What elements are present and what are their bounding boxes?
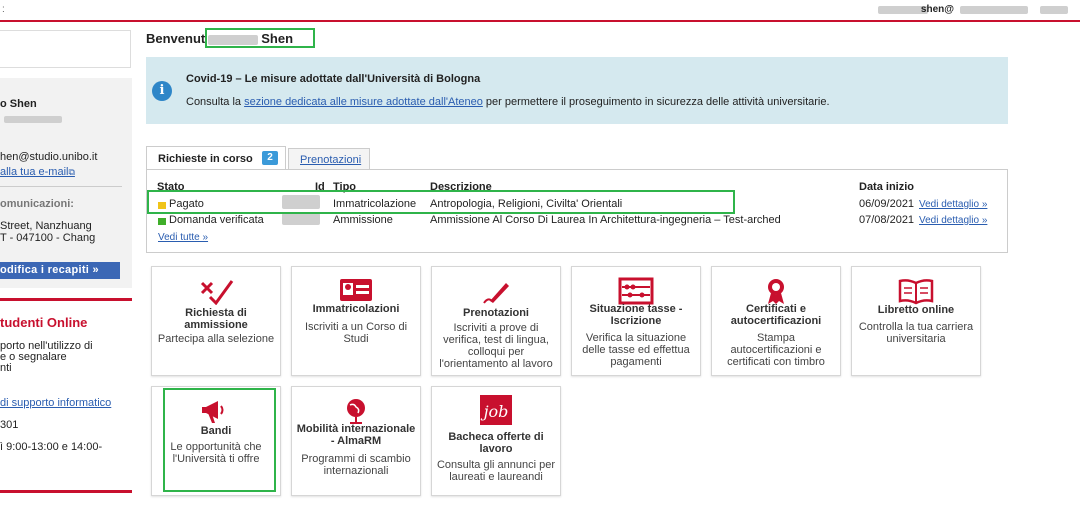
covid-title: Covid-19 – Le misure adottate dall'Unive…	[186, 73, 481, 85]
row1-date: 06/09/2021	[859, 198, 915, 210]
tile-fees[interactable]: Situazione tasse - Iscrizione Verifica l…	[571, 266, 701, 376]
tile-title: Situazione tasse - Iscrizione	[589, 303, 683, 327]
tile-job-board[interactable]: job Bacheca offerte di lavoro Consulta g…	[431, 386, 561, 496]
student-email: hen@studio.unibo.it	[0, 151, 98, 163]
tab-requests[interactable]: Richieste in corso 2	[146, 146, 286, 170]
sidebar-red-divider-bottom	[0, 490, 132, 493]
status-verified-icon	[158, 218, 166, 225]
email-link-label: alla tua e-mail	[0, 166, 69, 178]
communications-label: omunicazioni:	[0, 198, 74, 210]
see-all-link[interactable]: Vedi tutte »	[158, 232, 208, 243]
tile-title: Libretto online	[877, 304, 955, 316]
tile-title: Immatricolazioni	[312, 303, 400, 315]
row2-date: 07/08/2021	[859, 214, 915, 226]
highlight-box-bandi	[163, 388, 276, 492]
support-link[interactable]: di supporto informatico	[0, 397, 111, 409]
redacted-student-id	[4, 116, 62, 123]
tile-description: Controlla la tua carriera universitaria	[858, 321, 974, 345]
tile-description: Stampa autocertificazioni e certificati …	[727, 332, 825, 368]
tab-bookings-label: Prenotazioni	[300, 154, 362, 166]
tab-requests-label: Richieste in corso	[158, 153, 253, 165]
highlight-box-row	[147, 190, 735, 214]
tile-online-booklet[interactable]: Libretto online Controlla la tua carrier…	[851, 266, 981, 376]
tile-title: Bacheca offerte di lavoro	[448, 431, 544, 455]
highlight-box-name	[205, 28, 315, 48]
redacted-id	[282, 213, 320, 225]
book-icon	[852, 277, 980, 305]
tile-enrollment[interactable]: Immatricolazioni Iscriviti a un Corso di…	[291, 266, 421, 376]
students-online-heading: tudenti Online	[0, 315, 88, 330]
row2-description: Ammissione Al Corso Di Laurea In Archite…	[430, 214, 781, 226]
top-bar-left-text: :	[2, 4, 5, 15]
address-line-2: T - 047100 - Chang	[0, 232, 96, 244]
row2-status: Domanda verificata	[169, 214, 264, 226]
check-icon	[152, 277, 280, 306]
tile-description: Verifica la situazione delle tasse ed ef…	[582, 332, 690, 368]
external-link-icon: ⧉	[68, 167, 75, 177]
tab-bookings[interactable]: Prenotazioni	[288, 148, 370, 169]
tile-description: Consulta gli annunci per laureati e laur…	[436, 459, 556, 483]
address-line-1: Street, Nanzhuang	[0, 220, 92, 232]
redacted-user-domain	[960, 6, 1028, 14]
support-text: porto nell'utilizzo di e o segnalare nti	[0, 341, 93, 374]
abacus-icon	[572, 277, 700, 305]
job-board-icon: job	[432, 393, 560, 427]
tile-title: Certificati e autocertificazioni	[730, 303, 822, 327]
sidebar-red-divider	[0, 298, 132, 301]
row2-type: Ammissione	[333, 214, 393, 226]
tile-title: Prenotazioni	[462, 307, 529, 319]
top-bar: : shen@	[0, 0, 1080, 22]
globe-icon	[292, 397, 420, 424]
tile-description: Programmi di scambio internazionali	[301, 453, 411, 477]
tile-international-mobility[interactable]: Mobilità internazionale - AlmaRM Program…	[291, 386, 421, 496]
info-icon: i	[152, 81, 172, 101]
sidebar-divider	[0, 186, 122, 187]
id-card-icon	[292, 277, 420, 303]
user-email[interactable]: shen@	[921, 4, 954, 15]
ribbon-icon	[712, 277, 840, 304]
covid-text-after: per permettere il proseguimento in sicur…	[482, 96, 830, 108]
sidebar-top-box	[0, 30, 131, 68]
row1-details-link[interactable]: Vedi dettaglio »	[919, 199, 987, 210]
email-link[interactable]: alla tua e-mail⧉	[0, 166, 75, 178]
tile-bookings[interactable]: Prenotazioni Iscriviti a prove di verifi…	[431, 266, 561, 376]
tile-certificates[interactable]: Certificati e autocertificazioni Stampa …	[711, 266, 841, 376]
requests-count-badge: 2	[262, 151, 278, 165]
support-text-line: e o segnalare	[0, 351, 67, 363]
support-text-line: nti	[0, 362, 12, 374]
covid-notice	[146, 57, 1008, 124]
column-header-start-date: Data inizio	[859, 181, 915, 193]
tile-title: Mobilità internazionale - AlmaRM	[296, 423, 416, 447]
redacted-user-extra	[1040, 6, 1068, 14]
svg-text:job: job	[481, 402, 509, 421]
tile-description: Iscriviti a un Corso di Studi	[304, 321, 408, 345]
tile-title: Richiesta di ammissione	[184, 307, 248, 331]
row2-details-link[interactable]: Vedi dettaglio »	[919, 215, 987, 226]
tile-description: Partecipa alla selezione	[157, 333, 275, 345]
welcome-prefix: Benvenut	[146, 31, 206, 46]
pen-icon	[432, 277, 560, 304]
support-phone: 301	[0, 419, 19, 431]
covid-text: Consulta la sezione dedicata alle misure…	[186, 96, 830, 108]
tile-description: Iscriviti a prove di verifica, test di l…	[439, 322, 553, 370]
support-hours: ì 9:00-13:00 e 14:00-	[0, 441, 103, 453]
student-name: o Shen	[0, 98, 37, 110]
modify-contacts-button[interactable]: odifica i recapiti »	[0, 262, 120, 279]
tile-admission-request[interactable]: Richiesta di ammissione Partecipa alla s…	[151, 266, 281, 376]
covid-text-before: Consulta la	[186, 96, 245, 108]
covid-measures-link[interactable]: sezione dedicata alle misure adottate da…	[244, 96, 483, 108]
